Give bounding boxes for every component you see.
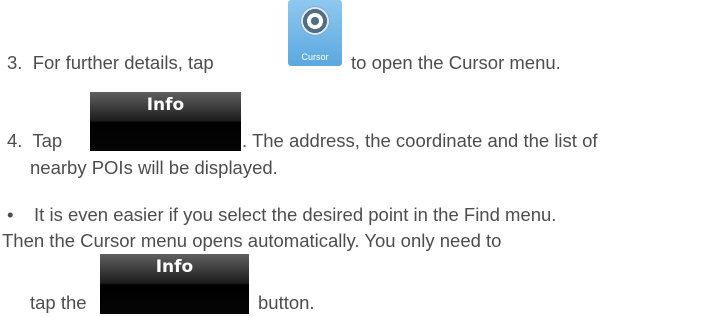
info-button-2-label: Info [155,257,194,277]
step-3-number: 3. [7,52,23,73]
cursor-target-icon [301,7,329,35]
bullet-line-2: Then the Cursor menu opens automatically… [2,230,502,251]
bullet-mark: • [7,204,14,225]
info-button-1[interactable]: Info [90,92,241,151]
step-4-number: 4. [7,130,23,151]
step-4-line2: nearby POIs will be displayed. [30,157,278,178]
bullet-line-3-after: button. [258,292,315,313]
bullet-line-1: • It is even easier if you select the de… [7,204,556,226]
info-button-2[interactable]: Info [100,254,249,314]
bullet-line-3-before: tap the [30,292,87,313]
cursor-button-label: Cursor [301,52,329,62]
step-4-before: Tap [32,130,63,151]
step-3-before: For further details, tap [32,52,214,73]
cursor-button[interactable]: Cursor [288,0,342,66]
step-4-text: 4. Tap [7,130,62,152]
step-3-after: to open the Cursor menu. [351,52,561,73]
step-4-after: . The address, the coordinate and the li… [242,130,598,151]
info-button-1-label: Info [146,95,185,115]
bullet-line-1-text: It is even easier if you select the desi… [34,204,557,225]
step-3-text: 3. For further details, tap [7,52,214,74]
